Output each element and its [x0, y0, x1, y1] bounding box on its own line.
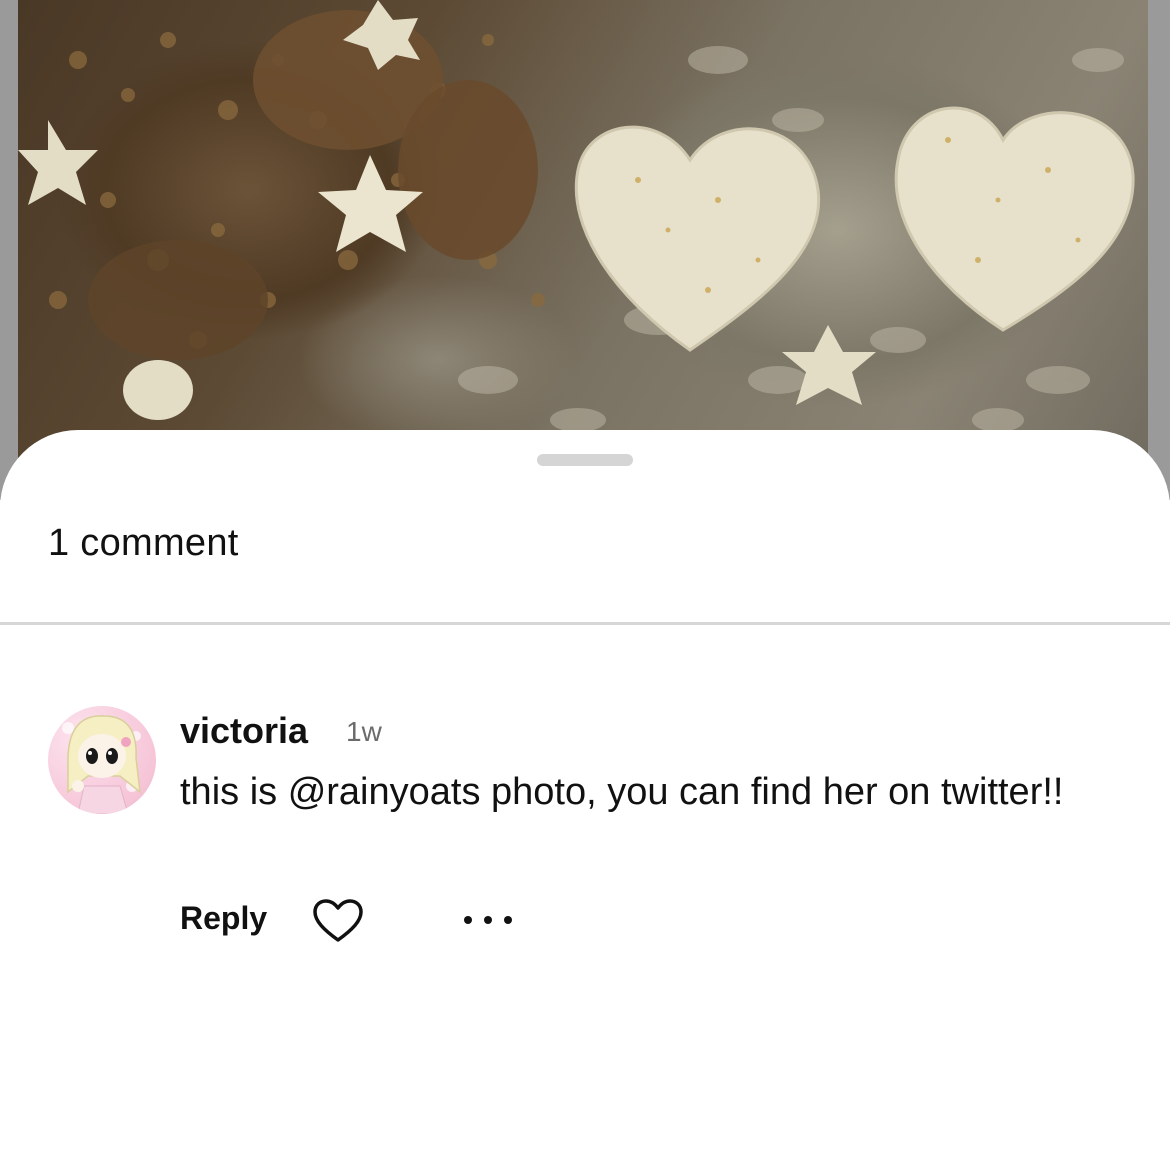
comment-timestamp: 1w [346, 716, 382, 747]
post-photo-frame [0, 0, 1170, 500]
food-photo-illustration [18, 0, 1135, 432]
header-divider [0, 622, 1170, 625]
heart-outline-icon[interactable] [312, 898, 364, 944]
commenter-avatar[interactable] [48, 706, 156, 814]
comment-body: this is @rainyoats photo, you can find h… [180, 771, 1064, 813]
comments-sheet: 1 comment victoria 1w this is @rainyoats… [0, 430, 1170, 1170]
avatar-illustration [62, 715, 141, 814]
comment-count-title: 1 comment [48, 522, 239, 564]
post-photo[interactable] [18, 0, 1148, 500]
comment-username[interactable]: victoria [180, 710, 308, 752]
more-horizontal-icon[interactable] [458, 900, 518, 936]
sheet-drag-handle[interactable] [537, 454, 633, 466]
reply-button[interactable]: Reply [180, 900, 267, 937]
